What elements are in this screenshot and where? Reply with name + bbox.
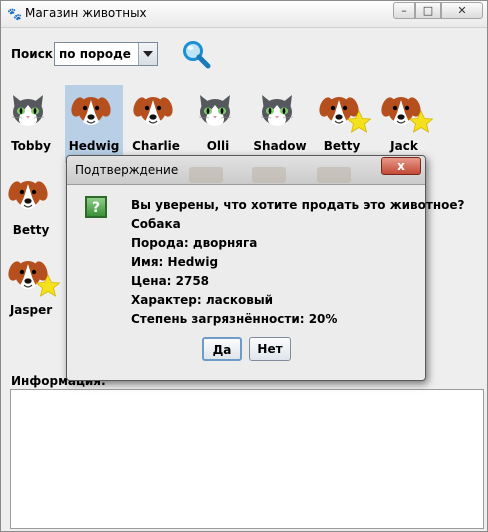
yes-button[interactable]: Да xyxy=(202,337,242,361)
dialog-species: Собака xyxy=(131,217,181,231)
dialog-name: Имя: Hedwig xyxy=(131,255,219,269)
close-button[interactable]: ✕ xyxy=(441,2,483,19)
animal-name: Betty xyxy=(323,139,361,153)
dialog-character: Характер: ласковый xyxy=(131,293,274,307)
chevron-down-icon[interactable] xyxy=(138,43,157,65)
window-title: Магазин животных xyxy=(25,6,147,20)
dialog-title-bar: Подтверждение x xyxy=(67,156,425,185)
maximize-button[interactable]: □ xyxy=(415,2,441,19)
search-icon[interactable] xyxy=(181,39,213,71)
dog-icon xyxy=(8,261,60,297)
cat-icon xyxy=(260,95,294,126)
search-mode-select[interactable]: по породе xyxy=(54,42,158,66)
dialog-breed: Порода: дворняга xyxy=(131,236,258,250)
dog-icon xyxy=(381,97,433,133)
dog-icon xyxy=(71,97,111,125)
animal-name: Jasper xyxy=(9,303,53,317)
animal-card-betty[interactable]: Betty xyxy=(2,169,60,247)
dog-icon xyxy=(319,97,371,133)
dialog-question: Вы уверены, что хотите продать это живот… xyxy=(131,198,465,212)
animal-name: Olli xyxy=(206,139,230,153)
animal-card-charlie[interactable]: Charlie xyxy=(127,85,185,163)
background-pet-shadow xyxy=(189,167,223,183)
background-pet-shadow xyxy=(317,167,351,183)
animal-name: Tobby xyxy=(11,139,51,153)
animal-card-shadow[interactable]: Shadow xyxy=(251,85,309,163)
dialog-price: Цена: 2758 xyxy=(131,274,210,288)
dog-icon xyxy=(133,97,173,125)
no-button[interactable]: Нет xyxy=(249,337,291,361)
info-text-area[interactable] xyxy=(10,389,484,529)
dialog-close-button[interactable]: x xyxy=(381,157,421,175)
minimize-button[interactable]: – xyxy=(393,2,415,19)
animal-card-hedwig[interactable]: Hedwig xyxy=(65,85,123,163)
animal-name: Charlie xyxy=(132,139,180,153)
search-label: Поиск: xyxy=(11,47,58,61)
confirm-dialog: Подтверждение x ? Вы уверены, что хотите… xyxy=(66,155,464,381)
animal-card-olli[interactable]: Olli xyxy=(189,85,247,163)
animal-name: Betty xyxy=(12,223,50,237)
animal-name: Jack xyxy=(390,139,418,153)
animal-card-jasper[interactable]: Jasper xyxy=(2,249,60,327)
cat-icon xyxy=(198,95,232,126)
search-mode-value: по породе xyxy=(59,47,131,61)
paw-icon: 🐾 xyxy=(7,7,22,21)
dialog-dirtiness: Степень загрязнённости: 20% xyxy=(131,312,338,326)
background-pet-shadow xyxy=(252,167,286,183)
animal-name: Hedwig xyxy=(68,139,120,153)
title-bar: 🐾 Магазин животных – □ ✕ xyxy=(1,1,487,28)
question-icon: ? xyxy=(85,196,107,218)
dialog-title: Подтверждение xyxy=(75,163,179,177)
animal-card-tobby[interactable]: Tobby xyxy=(2,85,60,163)
cat-icon xyxy=(11,95,45,126)
animal-card-betty[interactable]: Betty xyxy=(313,85,371,163)
animal-card-jack[interactable]: Jack xyxy=(375,85,433,163)
dog-icon xyxy=(8,181,48,209)
animal-name: Shadow xyxy=(253,139,307,153)
